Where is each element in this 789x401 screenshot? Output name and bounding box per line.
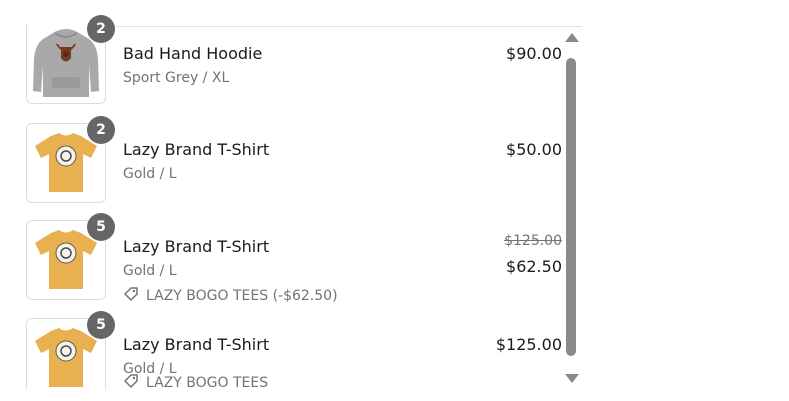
- quantity-badge: 5: [87, 213, 115, 241]
- scroll-up-arrow-icon[interactable]: [565, 33, 579, 42]
- order-summary-line-items: 2 Bad Hand Hoodie Sport Grey / XL $90.00…: [0, 0, 582, 389]
- original-price: $125.00: [504, 233, 562, 249]
- quantity-badge: 5: [87, 311, 115, 339]
- product-variant: Gold / L: [123, 166, 177, 182]
- line-item: 2 Lazy Brand T-Shirt Gold / L $50.00: [26, 116, 562, 205]
- product-variant: Sport Grey / XL: [123, 70, 230, 86]
- quantity-badge: 2: [87, 116, 115, 144]
- line-item: 2 Bad Hand Hoodie Sport Grey / XL $90.00: [26, 15, 562, 104]
- line-item: 5 Lazy Brand T-Shirt Gold / L LAZY BOGO …: [26, 311, 562, 389]
- discount-label: LAZY BOGO TEES (-$62.50): [146, 288, 338, 304]
- line-item: 5 Lazy Brand T-Shirt Gold / L LAZY BOGO …: [26, 213, 562, 304]
- quantity-badge: 2: [87, 15, 115, 43]
- line-price: $90.00: [506, 44, 562, 63]
- discount-line: LAZY BOGO TEES (-$62.50): [123, 286, 338, 306]
- line-price: $50.00: [506, 140, 562, 159]
- discount-line: LAZY BOGO TEES: [123, 373, 268, 389]
- scroll-down-arrow-icon[interactable]: [565, 374, 579, 383]
- discount-label: LAZY BOGO TEES: [146, 375, 269, 389]
- scrollbar-thumb[interactable]: [566, 58, 576, 356]
- line-price: $125.00: [495, 335, 562, 354]
- product-variant: Gold / L: [123, 263, 177, 279]
- product-title: Bad Hand Hoodie: [123, 44, 263, 63]
- line-price: $62.50: [506, 257, 562, 276]
- tag-icon: [123, 373, 139, 389]
- product-title: Lazy Brand T-Shirt: [123, 140, 270, 159]
- vertical-scrollbar[interactable]: [562, 27, 582, 389]
- tag-icon: [123, 286, 139, 306]
- product-title: Lazy Brand T-Shirt: [123, 335, 270, 354]
- product-title: Lazy Brand T-Shirt: [123, 237, 270, 256]
